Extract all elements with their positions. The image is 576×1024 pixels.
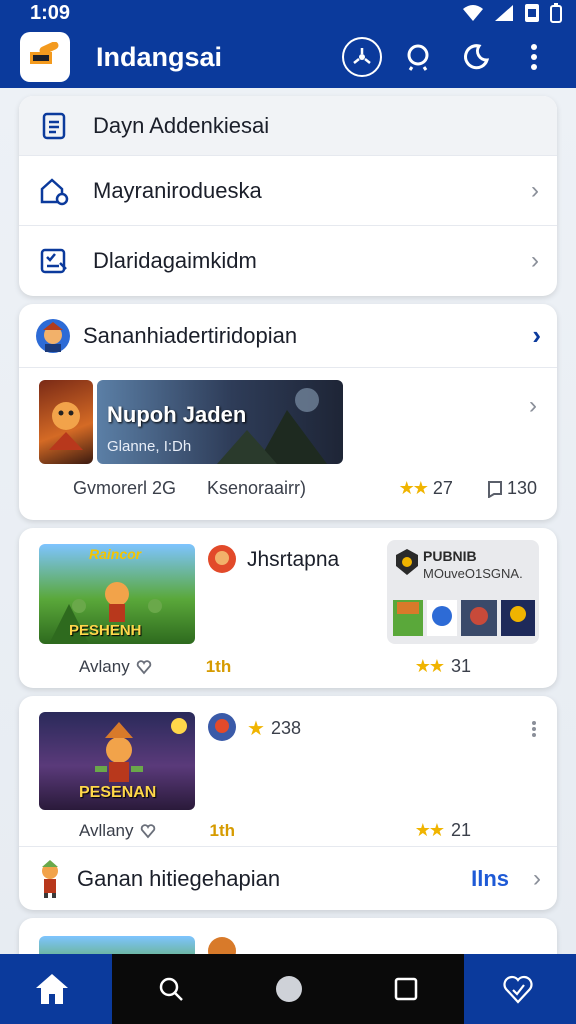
game-meta: Avlany 1th ★★ 31: [19, 656, 557, 677]
character-icon: [42, 859, 58, 898]
star-rating-icon: ★★: [414, 656, 445, 676]
game-card-1[interactable]: Raincor PESHENH Jhsrtapna PUBNIB MOuveO1…: [19, 528, 557, 688]
badge-icon: [396, 549, 418, 575]
promo-subtitle: MOuveO1SGNA.: [423, 566, 523, 581]
chevron-right-icon: ›: [533, 864, 541, 892]
game-thumbnail: [39, 936, 195, 954]
section-title: Sananhiadertiridopian: [83, 322, 298, 348]
next-game-card-partial[interactable]: [19, 918, 557, 954]
night-mode-button[interactable]: [454, 35, 498, 79]
app-bar: Indangsai: [0, 26, 576, 88]
moon-icon: [464, 44, 490, 70]
menu-item-label: Dlaridagaimkidm: [93, 248, 257, 273]
more-vertical-icon[interactable]: [531, 720, 537, 738]
promo-tiles: [393, 600, 535, 636]
search-icon[interactable]: [157, 975, 185, 1003]
system-nav-bar: [112, 954, 464, 1024]
heart-icon: [140, 823, 155, 838]
menu-item-label: Dayn Addenkiesai: [93, 112, 270, 138]
document-icon: [37, 109, 71, 143]
stat-rating: 27: [432, 478, 453, 498]
home-icon: [36, 974, 68, 1004]
game-icon: [208, 937, 236, 954]
heart-icon: [136, 659, 151, 674]
app-logo[interactable]: [20, 32, 70, 82]
game-card-2-body: PESENAN ★ 238 Avllany 1th ★★ 21: [19, 696, 557, 846]
promo-title: PUBNIB: [423, 548, 477, 564]
comment-icon: [487, 480, 502, 498]
game-meta: Avllany 1th ★★ 21: [19, 820, 557, 841]
chevron-right-icon: ›: [532, 320, 541, 350]
battery-icon: [550, 3, 562, 23]
menu-item-1[interactable]: Mayranirodueska ›: [19, 156, 557, 226]
featured-game-thumbnail: [39, 380, 93, 464]
more-games-label: Ganan hitiegehapian: [77, 865, 281, 891]
stat-count: 130: [506, 478, 537, 498]
featured-banner[interactable]: Nupoh Jaden Glanne, I:Dh: [97, 380, 343, 464]
search-button[interactable]: [396, 35, 440, 79]
recents-square-icon[interactable]: [393, 976, 419, 1002]
overflow-menu-button[interactable]: [512, 35, 556, 79]
game-thumbnail[interactable]: Raincor PESHENH: [39, 544, 195, 644]
thumbnail-caption: PESENAN: [79, 784, 157, 801]
chevron-right-icon: ›: [531, 247, 539, 274]
more-games-row[interactable]: Ganan hitiegehapian Ilns ›: [19, 846, 557, 910]
featured-stats: Gvmorerl 2G Ksenoraairr) ★★ 27 130: [19, 478, 557, 499]
nav-home-button[interactable]: [34, 972, 70, 1011]
promo-panel[interactable]: PUBNIB MOuveO1SGNA.: [387, 540, 539, 644]
game-thumbnail[interactable]: PESENAN: [39, 712, 195, 810]
stat-mid: Ksenoraairr): [207, 478, 307, 498]
network-icon: [353, 48, 371, 64]
game-icon: [208, 545, 236, 573]
stat-left: Gvmorerl 2G: [73, 478, 177, 498]
status-bar: 1:09: [0, 0, 576, 26]
chevron-right-icon: ›: [529, 392, 537, 419]
sim-icon: [525, 4, 539, 22]
banner-subtitle: Glanne, I:Dh: [107, 438, 192, 455]
more-vertical-icon: [531, 44, 537, 70]
meta-mid: 1th: [209, 820, 236, 840]
featured-section-card: Sananhiadertiridopian › Nupoh Jaden Glan…: [19, 304, 557, 520]
app-title: Indangsai: [96, 41, 223, 72]
featured-section-header[interactable]: Sananhiadertiridopian ›: [19, 304, 557, 368]
home-lock-icon: [37, 174, 71, 208]
star-icon: ★: [247, 718, 265, 740]
meta-rating: 31: [450, 656, 471, 676]
menu-item-2[interactable]: Dlaridagaimkidm ›: [19, 226, 557, 296]
wifi-icon: [463, 5, 483, 21]
thumbnail-title: Raincor: [89, 546, 142, 562]
home-circle-icon[interactable]: [274, 974, 304, 1004]
main-content[interactable]: Dayn Addenkiesai Mayranirodueska › Dlari…: [0, 88, 576, 954]
logo-icon: [30, 42, 59, 64]
game-avatar-icon: [36, 318, 70, 353]
menu-card: Dayn Addenkiesai Mayranirodueska › Dlari…: [19, 96, 557, 296]
bottom-nav: [0, 954, 576, 1024]
heart-check-icon: [503, 975, 533, 1004]
signal-icon: [495, 5, 513, 21]
menu-item-0[interactable]: Dayn Addenkiesai: [19, 96, 557, 156]
search-icon: [407, 44, 429, 71]
puzzle-checklist-icon: [37, 244, 71, 278]
meta-rating: 21: [450, 820, 471, 840]
game-card-2[interactable]: PESENAN ★ 238 Avllany 1th ★★ 21 Ganan hi…: [19, 696, 557, 910]
chevron-right-icon: ›: [531, 176, 539, 204]
network-button[interactable]: [342, 37, 382, 77]
inline-rating: 238: [271, 718, 302, 738]
featured-game-row[interactable]: Nupoh Jaden Glanne, I:Dh › Gvmorerl 2G K…: [19, 368, 557, 520]
meta-left: Avlany: [79, 656, 130, 676]
more-games-badge: Ilns: [471, 865, 509, 891]
meta-mid: 1th: [205, 656, 232, 676]
status-time: 1:09: [30, 1, 71, 24]
thumbnail-caption: PESHENH: [69, 622, 142, 639]
star-rating-icon: ★★: [398, 478, 429, 498]
nav-favorites-button[interactable]: [502, 974, 534, 1009]
meta-left: Avllany: [79, 820, 134, 840]
game-icon: [208, 713, 236, 741]
menu-item-label: Mayranirodueska: [93, 177, 262, 203]
star-rating-icon: ★★: [414, 820, 445, 840]
game-title: Jhsrtapna: [247, 548, 340, 571]
banner-title: Nupoh Jaden: [107, 402, 247, 427]
